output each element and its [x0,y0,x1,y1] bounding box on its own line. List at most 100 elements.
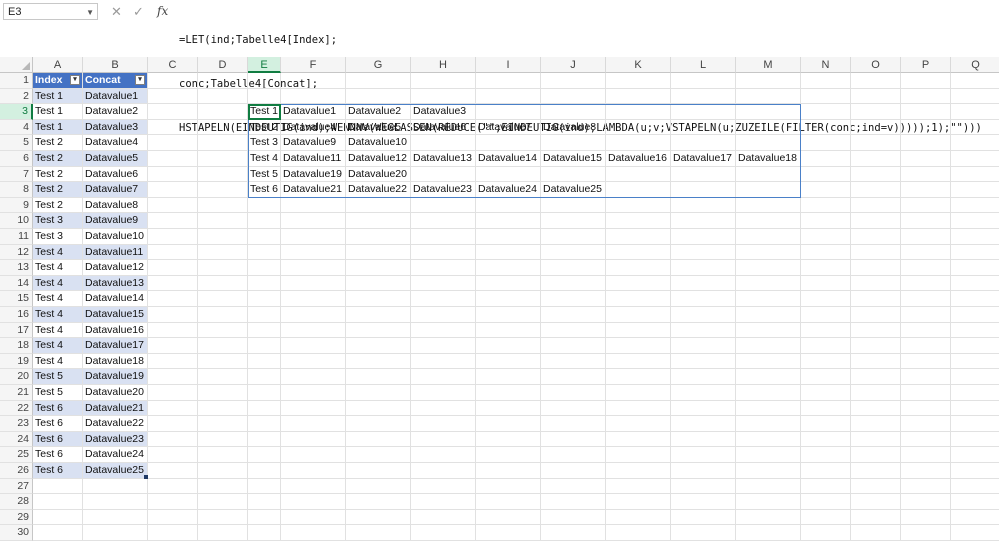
cell[interactable] [951,198,999,214]
cell[interactable] [248,494,281,510]
cell[interactable] [476,431,541,448]
cell[interactable] [281,197,346,214]
table-cell[interactable]: Datavalue22 [83,416,148,432]
column-header-e[interactable]: E [248,57,281,73]
cell[interactable] [198,73,248,89]
cell[interactable] [83,525,148,541]
cell[interactable] [346,275,411,292]
cell[interactable] [606,338,671,354]
cell[interactable] [671,525,736,541]
insert-function-icon[interactable]: fx [157,3,168,20]
table-cell[interactable]: Test 2 [33,135,83,151]
cell[interactable] [951,447,999,463]
cell[interactable] [801,166,851,183]
cell[interactable] [736,307,801,323]
cell[interactable] [951,89,999,105]
row-header-22[interactable]: 22 [0,400,33,417]
spill-cell[interactable]: Datavalue10 [346,135,411,151]
cell[interactable] [281,338,346,354]
cell[interactable] [411,73,476,89]
cell[interactable] [148,213,198,229]
cell[interactable] [801,494,851,510]
cell[interactable] [951,432,999,448]
cell[interactable] [33,478,83,495]
row-header-15[interactable]: 15 [0,291,33,307]
cell[interactable] [541,400,606,417]
cell[interactable] [198,463,248,479]
cell[interactable] [346,291,411,307]
row-header-19[interactable]: 19 [0,353,33,370]
cell[interactable] [851,275,901,292]
cell[interactable] [851,463,901,479]
cell[interactable] [411,307,476,323]
cell[interactable] [951,494,999,510]
cell[interactable] [606,478,671,495]
table-cell[interactable]: Datavalue18 [83,353,148,370]
cell[interactable] [148,478,198,495]
cell[interactable] [541,525,606,541]
cell[interactable] [476,88,541,105]
cell[interactable] [851,494,901,510]
cell[interactable] [851,400,901,417]
cancel-icon[interactable]: ✕ [111,3,122,20]
cell[interactable] [281,307,346,323]
cell[interactable] [281,88,346,105]
cell[interactable] [281,447,346,463]
cell[interactable] [148,509,198,526]
cell[interactable] [248,509,281,526]
confirm-check-icon[interactable]: ✓ [133,3,144,20]
row-header-2[interactable]: 2 [0,88,33,105]
cell[interactable] [411,338,476,354]
cell[interactable] [851,166,901,183]
table-cell[interactable]: Test 4 [33,260,83,276]
cell[interactable] [248,369,281,385]
spill-cell[interactable] [606,135,671,151]
cell[interactable] [198,369,248,385]
cell[interactable] [951,463,999,479]
table-cell[interactable]: Datavalue13 [83,275,148,292]
column-header-d[interactable]: D [198,57,248,73]
column-header-i[interactable]: I [476,57,541,73]
cell[interactable] [801,244,851,261]
cell[interactable] [476,73,541,89]
cell[interactable] [951,120,999,136]
cell[interactable] [951,479,999,495]
cell[interactable] [198,197,248,214]
cell[interactable] [411,213,476,229]
spill-cell[interactable]: Datavalue25 [541,182,606,198]
table-cell[interactable]: Test 6 [33,447,83,463]
row-header-10[interactable]: 10 [0,213,33,229]
cell[interactable] [476,478,541,495]
spill-cell[interactable]: Datavalue6 [411,119,476,136]
cell[interactable] [901,463,951,479]
cell[interactable] [248,244,281,261]
cell[interactable] [476,509,541,526]
column-header-c[interactable]: C [148,57,198,73]
table-cell[interactable]: Datavalue7 [83,182,148,198]
cell[interactable] [346,463,411,479]
cell[interactable] [346,385,411,401]
cell[interactable] [148,135,198,151]
cell[interactable] [606,447,671,463]
table-header-index[interactable]: Index ▾ [33,73,83,89]
cell[interactable] [801,338,851,354]
cell[interactable] [198,151,248,167]
table-cell[interactable]: Datavalue6 [83,166,148,183]
spill-cell[interactable] [476,104,541,120]
cell[interactable] [248,478,281,495]
cell[interactable] [411,478,476,495]
cell[interactable] [606,291,671,307]
table-cell[interactable]: Test 4 [33,275,83,292]
cell[interactable] [801,104,851,120]
spill-cell[interactable] [736,182,801,198]
cell[interactable] [851,525,901,541]
spill-cell[interactable] [671,119,736,136]
row-header-14[interactable]: 14 [0,275,33,292]
cell[interactable] [248,385,281,401]
cell[interactable] [346,494,411,510]
cell[interactable] [801,353,851,370]
column-header-h[interactable]: H [411,57,476,73]
cell[interactable] [606,369,671,385]
cell[interactable] [248,291,281,307]
cell[interactable] [736,400,801,417]
